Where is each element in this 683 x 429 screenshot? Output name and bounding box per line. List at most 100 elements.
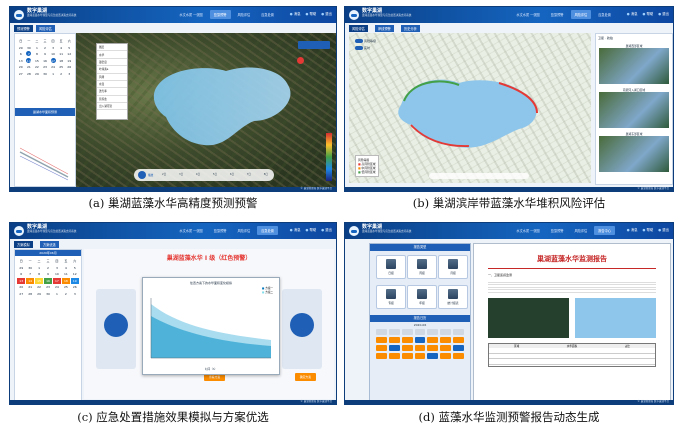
calendar-day[interactable]: 27: [17, 71, 25, 77]
calendar-day[interactable]: 29: [33, 71, 41, 77]
message-button[interactable]: 消息: [290, 227, 301, 232]
calendar-day[interactable]: 2: [44, 265, 52, 271]
calendar-day[interactable]: 8: [35, 271, 43, 277]
report-date-cell[interactable]: [440, 353, 452, 359]
calendar-day[interactable]: 3: [53, 265, 61, 271]
timeline-player[interactable]: 播放 2日 3日 4日 5日 6日 7日 8日: [134, 169, 274, 181]
help-button[interactable]: 帮助: [306, 227, 316, 232]
report-date-cell[interactable]: [376, 345, 387, 351]
logout-button[interactable]: 退出: [658, 11, 669, 16]
calendar-day[interactable]: 5: [71, 265, 79, 271]
calendar-day[interactable]: 6: [17, 271, 25, 277]
calendar-day[interactable]: 25: [62, 284, 70, 290]
calendar-day[interactable]: 12: [65, 51, 73, 57]
report-date-cell[interactable]: [440, 345, 452, 351]
layer-menu-item[interactable]: 透光率: [97, 88, 127, 96]
calendar-day[interactable]: 4: [62, 265, 70, 271]
report-date-grid[interactable]: [370, 329, 470, 359]
nav-item[interactable]: 水文水质 一张图: [175, 10, 206, 19]
nav-item[interactable]: 水文水质 一张图: [512, 10, 543, 19]
calendar-day[interactable]: 3: [65, 71, 73, 77]
calendar-day[interactable]: 14: [25, 277, 35, 284]
calendar-day[interactable]: 21: [26, 284, 34, 290]
calendar-day[interactable]: 20: [17, 64, 25, 70]
calendar-day[interactable]: 26: [71, 284, 79, 290]
layer-menu-item[interactable]: 水华: [97, 51, 127, 59]
help-button[interactable]: 帮助: [306, 11, 316, 16]
report-date-cell[interactable]: [401, 329, 413, 335]
calendar-day[interactable]: 29: [35, 291, 43, 297]
calendar-day[interactable]: 12: [71, 271, 79, 277]
layer-menu-item[interactable]: 水温: [97, 81, 127, 89]
calendar-day[interactable]: 16: [43, 277, 53, 284]
timeline-tick[interactable]: 4日: [196, 172, 200, 176]
nav-item-active[interactable]: 蓝藻预警: [209, 10, 231, 19]
message-button[interactable]: 消息: [627, 227, 638, 232]
report-date-cell[interactable]: [401, 353, 413, 359]
report-type-tile[interactable]: 统计报表: [438, 285, 468, 309]
timeline-tick[interactable]: 7日: [247, 172, 251, 176]
nav-item-active[interactable]: 报告中心: [594, 226, 615, 235]
calendar-day[interactable]: 14: [25, 57, 33, 64]
report-date-cell[interactable]: [427, 353, 439, 359]
logout-button[interactable]: 退出: [321, 227, 332, 232]
logout-button[interactable]: 退出: [321, 11, 332, 16]
satellite-map[interactable]: 图层 水华 藻密度 叶绿素a 风场 水温 透光率 营养盐 出入湖河流 播放 2日 3日 4日 5日 6日…: [76, 33, 336, 187]
calendar-day[interactable]: 6: [17, 51, 25, 57]
report-date-cell[interactable]: [376, 337, 387, 343]
report-type-tile[interactable]: 日报: [376, 255, 406, 279]
calendar-day[interactable]: 27: [17, 291, 25, 297]
layer-menu[interactable]: 图层 水华 藻密度 叶绿素a 风场 水温 透光率 营养盐 出入湖河流: [96, 43, 128, 120]
nav-item-active[interactable]: 应急处置: [257, 226, 278, 235]
report-date-cell[interactable]: [388, 345, 400, 351]
layer-menu-item[interactable]: 藻密度: [97, 59, 127, 67]
calendar-day[interactable]: 18: [61, 277, 71, 284]
calendar-day[interactable]: 7: [25, 51, 33, 57]
logout-button[interactable]: 退出: [658, 227, 669, 232]
nav-item[interactable]: 蓝藻预警: [210, 226, 231, 235]
report-date-cell[interactable]: [427, 329, 439, 335]
tab-history[interactable]: 历史分析: [401, 25, 420, 32]
toggle-risk-level[interactable]: 风险等级: [355, 39, 376, 43]
help-button[interactable]: 帮助: [643, 227, 653, 232]
report-date-cell[interactable]: [376, 353, 387, 359]
play-icon[interactable]: [138, 171, 146, 179]
calendar-day[interactable]: 29: [17, 45, 25, 51]
calendar-day[interactable]: 4: [57, 45, 65, 51]
tab-risk[interactable]: 风险评估: [349, 25, 368, 32]
thumbnail-card[interactable]: 南淝河入湖口区域: [599, 88, 669, 128]
thumbnail-card[interactable]: 巢湖东部区域: [599, 132, 669, 172]
calendar-day[interactable]: 20: [17, 284, 25, 290]
map-switch[interactable]: [298, 41, 330, 49]
report-date-cell[interactable]: [401, 345, 413, 351]
layer-menu-item[interactable]: 图层: [97, 44, 127, 52]
calendar-day[interactable]: 19: [70, 277, 79, 284]
report-type-tile[interactable]: 月报: [438, 255, 468, 279]
report-date-cell[interactable]: [414, 329, 426, 335]
nav-item-active[interactable]: 风险评估: [570, 10, 592, 19]
calendar-day[interactable]: 30: [26, 265, 34, 271]
report-date-cell[interactable]: [440, 337, 452, 343]
report-date-cell[interactable]: [453, 353, 464, 359]
calendar-day[interactable]: 1: [53, 291, 61, 297]
report-date-cell[interactable]: [414, 345, 426, 351]
calendar-day[interactable]: 11: [62, 271, 70, 277]
calendar-day[interactable]: 1: [35, 265, 43, 271]
report-date-cell[interactable]: [453, 337, 464, 343]
report-date-cell[interactable]: [453, 329, 464, 335]
layer-menu-item[interactable]: 风场: [97, 74, 127, 81]
report-date-cell[interactable]: [414, 337, 426, 343]
timeline-tick[interactable]: 3日: [179, 172, 183, 176]
confirm-scheme-button[interactable]: 确定方案: [294, 373, 316, 381]
calendar-day[interactable]: 23: [44, 284, 52, 290]
calendar-day[interactable]: 23: [41, 64, 49, 70]
calendar-day[interactable]: 8: [33, 51, 41, 57]
report-type-tile[interactable]: 专报: [376, 285, 406, 309]
calendar-day[interactable]: 13: [17, 58, 25, 64]
report-date-cell[interactable]: [401, 337, 413, 343]
calendar-day[interactable]: 24: [53, 284, 61, 290]
nav-item[interactable]: 蓝藻预警: [547, 10, 568, 19]
nav-item[interactable]: 应急处置: [594, 10, 615, 19]
nav-item[interactable]: 应急处置: [257, 10, 278, 19]
message-button[interactable]: 消息: [290, 11, 301, 16]
